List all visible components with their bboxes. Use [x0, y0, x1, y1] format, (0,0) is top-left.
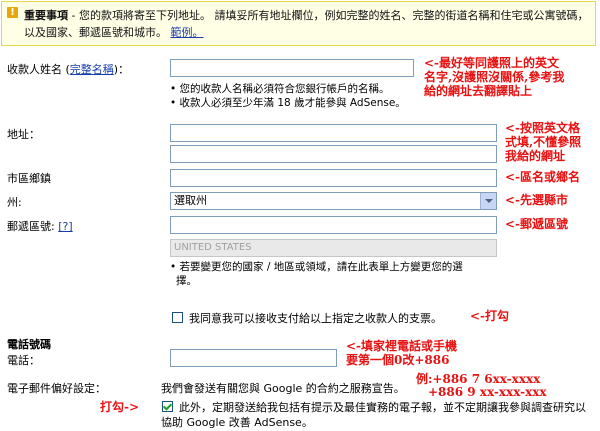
- country-field: UNITED STATES: [170, 239, 497, 257]
- zip-annotation: <-郵遞區號: [505, 217, 569, 231]
- notice-body: - 您的款項將寄至下列地址。 請填妥所有地址欄位，例如完整的姓名、完整的街道名稱…: [24, 9, 589, 39]
- notice-title: 重要事項: [24, 9, 68, 22]
- phone-note-line: <-填家裡電話或手機: [346, 339, 458, 353]
- address-line1-input[interactable]: [170, 124, 497, 142]
- state-select[interactable]: 選取州: [170, 192, 497, 210]
- address-note-line: 式填,不懂參照: [505, 135, 582, 149]
- warning-icon: !: [7, 7, 18, 18]
- important-notice: ! 重要事項 - 您的款項將寄至下列地址。 請填妥所有地址欄位，例如完整的姓名、…: [1, 1, 596, 46]
- address-label: 地址：: [7, 128, 40, 141]
- address-note-line: <-按照英文格: [505, 121, 581, 135]
- phone-example-annotation: 例:+886 7 6xx-xxxx +886 9 xx-xxx-xxx: [416, 373, 600, 399]
- state-selected-value: 選取州: [174, 194, 207, 207]
- checkbox-annotation: 打勾->: [100, 400, 140, 414]
- zip-label: 郵遞區號: [?]: [7, 218, 73, 234]
- email-pref-line1: 我們會發送有關您與 Google 的合約之服務宣告。: [161, 382, 405, 395]
- payee-label-prefix: 收款人姓名 (: [7, 63, 70, 76]
- agree-label: 我同意我可以接收支付給以上指定之收款人的支票。: [189, 312, 442, 325]
- newsletter-checkbox[interactable]: [162, 401, 173, 412]
- city-input[interactable]: [170, 169, 497, 187]
- agree-annotation: <-打勾: [470, 309, 510, 323]
- payee-hint-1: • 您的收款人名稱必須符合您銀行帳戶的名稱。: [170, 83, 390, 95]
- phone-input[interactable]: [170, 349, 337, 367]
- name-note-line: 名字,沒護照沒關係,參考我: [424, 70, 565, 84]
- phone-section-title: 電話號碼: [7, 338, 51, 351]
- email-pref-label: 電子郵件偏好設定：: [7, 382, 106, 395]
- address-annotation: <-按照英文格 式填,不懂參照 我給的網址: [505, 121, 600, 163]
- phone-label: 電話：: [7, 354, 40, 367]
- phone-example-line: +886 9 xx-xxx-xxx: [428, 385, 547, 399]
- zip-label-text: 郵遞區號:: [7, 220, 55, 233]
- state-label: 州:: [7, 196, 22, 209]
- city-label: 市區鄉鎮: [7, 172, 51, 185]
- newsletter-line2: 協助 Google 改善 AdSense。: [161, 416, 313, 429]
- name-note-line: 給的網址去翻譯貼上: [424, 84, 533, 98]
- payee-name-input[interactable]: [170, 59, 414, 77]
- zip-input[interactable]: [170, 216, 497, 234]
- city-annotation: <-區名或鄉名: [505, 170, 581, 184]
- name-note-line: <-最好等同護照上的英文: [424, 56, 560, 70]
- state-annotation: <-先選縣市: [505, 193, 569, 207]
- notice-text: 重要事項 - 您的款項將寄至下列地址。 請填妥所有地址欄位，例如完整的姓名、完整…: [24, 7, 592, 41]
- example-link[interactable]: 範例。: [171, 26, 204, 39]
- country-hint-1: • 若要變更您的國家 / 地區或領域，請在此表單上方變更您的選: [170, 261, 463, 273]
- zip-help-link[interactable]: [?]: [58, 220, 72, 233]
- payee-name-label: 收款人姓名 (完整名稱)：: [7, 61, 129, 77]
- payee-label-suffix: )：: [113, 63, 130, 76]
- payee-hint-2: • 收款人必須至少年滿 18 歲才能參與 AdSense。: [170, 97, 406, 109]
- address-line2-input[interactable]: [170, 145, 497, 163]
- address-note-line: 我給的網址: [505, 149, 566, 163]
- name-annotation: <-最好等同護照上的英文 名字,沒護照沒關係,參考我 給的網址去翻譯貼上: [424, 56, 600, 98]
- full-name-link[interactable]: 完整名稱: [70, 63, 114, 76]
- agree-checkbox[interactable]: [172, 312, 183, 323]
- country-hint-2: 擇。: [176, 275, 197, 287]
- phone-note-line: 要第一個0改+886: [346, 353, 450, 367]
- phone-annotation: <-填家裡電話或手機 要第一個0改+886: [346, 339, 600, 367]
- newsletter-line1: 此外，定期發送給我包括有提示及最佳實務的電子報，並不定期讓我參與調查研究以: [179, 401, 586, 414]
- chevron-down-icon[interactable]: [480, 193, 496, 209]
